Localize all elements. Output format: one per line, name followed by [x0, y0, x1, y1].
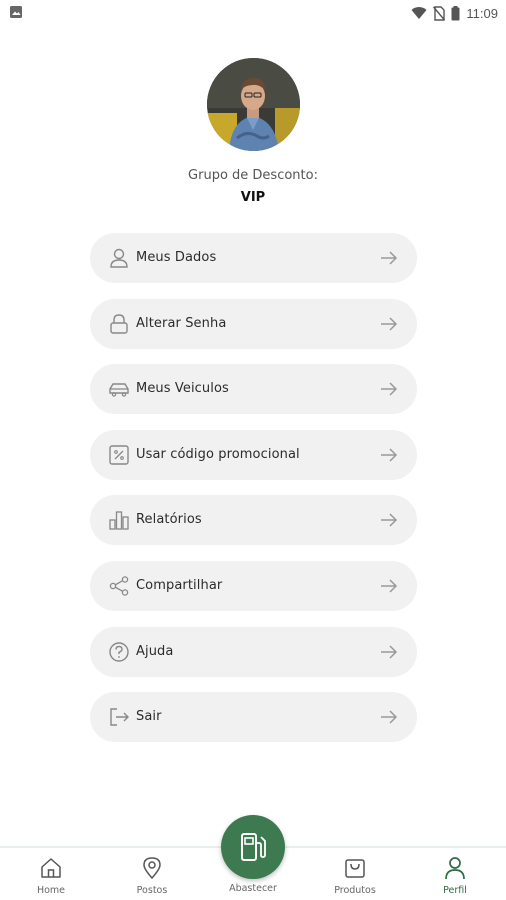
fuel-pump-icon	[241, 833, 266, 861]
arrow-right-icon	[381, 710, 398, 724]
nav-perfil[interactable]: Perfil	[420, 848, 490, 900]
menu-item-compartilhar[interactable]: Compartilhar	[90, 560, 417, 611]
map-pin-icon	[143, 857, 161, 880]
avatar[interactable]	[207, 58, 300, 151]
percent-icon	[109, 445, 129, 465]
nav-label: Perfil	[443, 885, 467, 896]
nav-label: Produtos	[334, 885, 376, 896]
share-icon	[109, 576, 129, 596]
clock: 11:09	[466, 5, 498, 21]
nav-produtos[interactable]: Produtos	[320, 848, 390, 900]
battery-icon	[451, 5, 460, 20]
status-bar: 11:09	[0, 0, 506, 26]
menu-item-label: Sair	[136, 709, 162, 725]
menu-item-meus-dados[interactable]: Meus Dados	[90, 233, 417, 283]
menu-item-label: Compartilhar	[136, 577, 223, 593]
menu-item-codigo-promocional[interactable]: Usar código promocional	[90, 429, 417, 480]
arrow-right-icon	[381, 382, 398, 396]
user-icon	[445, 857, 465, 880]
arrow-right-icon	[381, 448, 398, 462]
menu-item-relatorios[interactable]: Relatórios	[90, 495, 417, 546]
menu-item-label: Meus Veiculos	[136, 381, 229, 397]
profile-screen: 11:09 Grupo de Desconto: VIP Meus Dados …	[0, 0, 506, 900]
user-icon	[110, 248, 128, 268]
discount-group-value: VIP	[240, 190, 266, 205]
menu-item-ajuda[interactable]: Ajuda	[90, 626, 417, 677]
no-sim-icon	[433, 5, 446, 21]
arrow-right-icon	[381, 317, 398, 331]
help-icon	[109, 641, 129, 662]
menu-item-label: Relatórios	[136, 512, 202, 528]
arrow-right-icon	[381, 251, 398, 265]
status-icons: 11:09	[411, 3, 498, 23]
wifi-icon	[411, 7, 427, 20]
logout-icon	[110, 708, 129, 726]
profile-menu: Meus Dados Alterar Senha Meus Veiculos U…	[90, 233, 417, 758]
nav-label: Postos	[136, 885, 168, 896]
arrow-right-icon	[381, 645, 398, 659]
menu-item-alterar-senha[interactable]: Alterar Senha	[90, 298, 417, 349]
menu-item-sair[interactable]: Sair	[90, 692, 417, 743]
menu-item-label: Alterar Senha	[136, 315, 227, 331]
nav-postos[interactable]: Postos	[117, 848, 187, 900]
menu-item-label: Usar código promocional	[136, 446, 300, 462]
menu-item-label: Ajuda	[136, 643, 174, 659]
menu-item-label: Meus Dados	[136, 250, 217, 265]
arrow-right-icon	[381, 513, 398, 527]
shopping-bag-icon	[345, 859, 365, 878]
arrow-right-icon	[381, 579, 398, 593]
menu-item-meus-veiculos[interactable]: Meus Veiculos	[90, 364, 417, 415]
image-icon	[10, 6, 22, 18]
car-icon	[109, 383, 129, 397]
nav-label-abastecer: Abastecer	[229, 883, 277, 894]
discount-group-label: Grupo de Desconto:	[188, 168, 318, 183]
nav-home[interactable]: Home	[16, 848, 86, 900]
bar-chart-icon	[109, 511, 129, 531]
abastecer-button[interactable]	[221, 815, 285, 879]
lock-icon	[110, 313, 128, 334]
nav-label: Home	[36, 885, 66, 896]
profile-photo	[207, 58, 300, 151]
home-icon	[41, 858, 61, 878]
